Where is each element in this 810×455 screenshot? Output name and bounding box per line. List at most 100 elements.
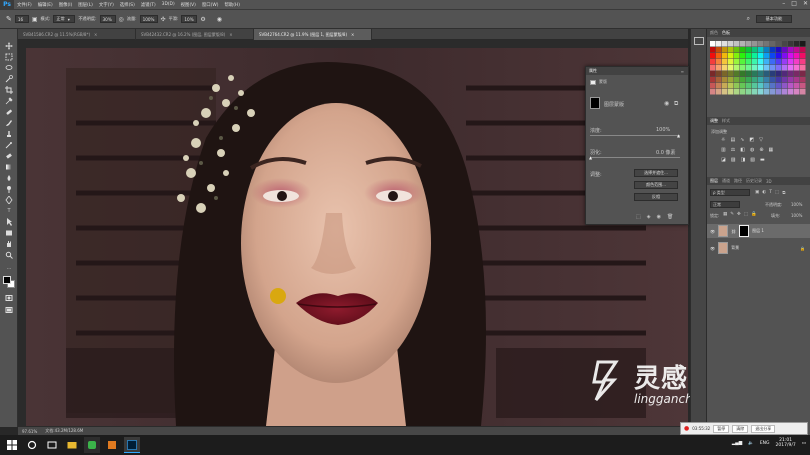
swatch[interactable] <box>746 65 752 71</box>
swatch[interactable] <box>782 77 788 83</box>
swatch[interactable] <box>758 83 764 89</box>
swatch[interactable] <box>710 71 716 77</box>
swatch[interactable] <box>722 47 728 53</box>
quick-select-tool-icon[interactable] <box>4 74 14 84</box>
select-and-mask-button[interactable]: 选择并遮住... <box>634 169 678 177</box>
photo-filter-icon[interactable]: ◍ <box>750 147 754 153</box>
shape-filter-icon[interactable]: ⬚ <box>775 190 779 196</box>
swatch[interactable] <box>728 77 734 83</box>
swatch[interactable] <box>758 71 764 77</box>
opacity-field[interactable]: 30% <box>99 15 116 23</box>
cortana-icon[interactable] <box>24 437 40 453</box>
swatch[interactable] <box>746 89 752 95</box>
select-mask-icon[interactable]: ◉ <box>664 100 669 107</box>
smooth-settings-icon[interactable]: ⚙ <box>200 16 205 23</box>
doc-tab-1[interactable]: SVB41586.CR2 @ 11.5%(RGB/8*) × <box>18 29 136 40</box>
tab-layers[interactable]: 图层 <box>710 178 718 184</box>
menu-file[interactable]: 文件(F) <box>14 2 35 8</box>
swatch[interactable] <box>710 47 716 53</box>
swatch[interactable] <box>776 41 782 47</box>
feather-slider-handle[interactable]: ▲ <box>589 155 592 160</box>
swatch[interactable] <box>770 83 776 89</box>
swatch[interactable] <box>782 47 788 53</box>
swatch[interactable] <box>788 71 794 77</box>
swatch[interactable] <box>728 71 734 77</box>
chain-icon[interactable]: ⛓ <box>731 229 736 234</box>
swatch[interactable] <box>728 41 734 47</box>
adjustment-filter-icon[interactable]: ◐ <box>762 190 766 196</box>
swatch[interactable] <box>764 83 770 89</box>
swatch[interactable] <box>800 41 806 47</box>
density-slider-handle[interactable]: ▲ <box>677 133 680 138</box>
swatch[interactable] <box>800 71 806 77</box>
history-brush-tool-icon[interactable] <box>4 140 14 150</box>
properties-panel-icon[interactable] <box>694 37 704 45</box>
layer-mask-thumbnail[interactable] <box>739 225 750 237</box>
swatch[interactable] <box>788 65 794 71</box>
smart-filter-icon[interactable]: ⧉ <box>782 190 785 196</box>
path-selection-tool-icon[interactable] <box>4 217 14 227</box>
swatch[interactable] <box>728 65 734 71</box>
eye-icon[interactable]: 👁 <box>710 229 715 234</box>
swatch[interactable] <box>758 41 764 47</box>
swatch[interactable] <box>770 59 776 65</box>
swatch[interactable] <box>752 77 758 83</box>
swatch[interactable] <box>734 53 740 59</box>
lock-all-icon[interactable]: 🔒 <box>751 212 757 217</box>
swatch[interactable] <box>794 41 800 47</box>
swatch[interactable] <box>800 47 806 53</box>
swatch[interactable] <box>800 77 806 83</box>
edit-toolbar-icon[interactable]: … <box>4 263 14 273</box>
swatch[interactable] <box>794 47 800 53</box>
swatch[interactable] <box>758 89 764 95</box>
swatch[interactable] <box>794 53 800 59</box>
mode-select[interactable]: 正常 ▾ <box>53 15 76 23</box>
marquee-tool-icon[interactable] <box>4 52 14 62</box>
pixel-filter-icon[interactable]: ▣ <box>755 190 759 196</box>
swatch[interactable] <box>758 53 764 59</box>
swatch[interactable] <box>752 89 758 95</box>
swatch[interactable] <box>752 41 758 47</box>
swatch[interactable] <box>710 77 716 83</box>
swatches-grid[interactable] <box>707 39 810 119</box>
eye-icon[interactable]: 👁 <box>710 246 715 251</box>
windows-start-icon[interactable] <box>4 437 20 453</box>
menu-filter[interactable]: 滤镜(T) <box>138 2 159 8</box>
swatch[interactable] <box>764 65 770 71</box>
swatch[interactable] <box>776 65 782 71</box>
blur-tool-icon[interactable] <box>4 173 14 183</box>
swatch[interactable] <box>782 59 788 65</box>
swatch[interactable] <box>770 65 776 71</box>
swatch[interactable] <box>782 71 788 77</box>
swatch[interactable] <box>788 59 794 65</box>
tab-channels[interactable]: 通道 <box>722 178 730 184</box>
delete-icon[interactable]: 🗑 <box>667 214 673 220</box>
swatch[interactable] <box>800 65 806 71</box>
menu-select[interactable]: 选择(S) <box>117 2 138 8</box>
quick-mask-icon[interactable] <box>4 293 14 303</box>
swatch[interactable] <box>734 71 740 77</box>
swatch[interactable] <box>782 53 788 59</box>
swatch[interactable] <box>716 41 722 47</box>
swatch[interactable] <box>752 83 758 89</box>
swatch[interactable] <box>740 65 746 71</box>
swatch[interactable] <box>782 83 788 89</box>
swatch[interactable] <box>716 77 722 83</box>
swatch[interactable] <box>794 89 800 95</box>
swatch[interactable] <box>746 41 752 47</box>
layer-opacity-value[interactable]: 100% <box>791 202 802 207</box>
airbrush-icon[interactable]: ✣ <box>161 16 166 23</box>
swatch[interactable] <box>782 41 788 47</box>
minimize-icon[interactable]: – <box>782 0 785 7</box>
swatch[interactable] <box>728 89 734 95</box>
swatch[interactable] <box>710 65 716 71</box>
swatch[interactable] <box>758 47 764 53</box>
swatch[interactable] <box>728 47 734 53</box>
swatch[interactable] <box>782 65 788 71</box>
swatch[interactable] <box>746 71 752 77</box>
panel-menu-icon[interactable]: ≡ <box>681 69 684 74</box>
close-icon[interactable]: × <box>94 32 97 37</box>
swatch[interactable] <box>788 47 794 53</box>
tab-history[interactable]: 历史记录 <box>746 178 762 184</box>
swatch[interactable] <box>740 47 746 53</box>
